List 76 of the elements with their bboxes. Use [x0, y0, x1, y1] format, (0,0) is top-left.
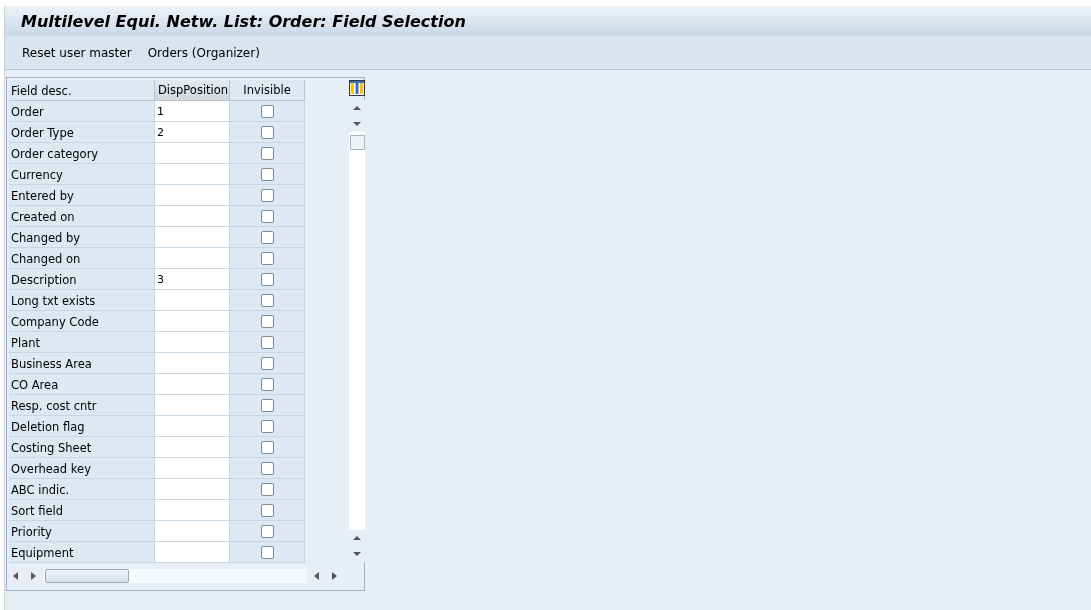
position-field[interactable]: [155, 143, 230, 164]
position-field[interactable]: [155, 248, 230, 269]
position-field[interactable]: [155, 353, 230, 374]
position-field[interactable]: 1: [155, 101, 230, 122]
table-cell: Resp. cost cntr: [9, 395, 155, 416]
position-field[interactable]: [155, 206, 230, 227]
checkbox[interactable]: [260, 356, 274, 370]
position-field[interactable]: [155, 395, 230, 416]
checkbox[interactable]: [260, 398, 274, 412]
table-cell: Costing Sheet: [9, 437, 155, 458]
checkbox[interactable]: [260, 335, 274, 349]
position-field[interactable]: [155, 542, 230, 563]
checkbox[interactable]: [260, 545, 274, 559]
checkbox[interactable]: [260, 188, 274, 202]
checkbox[interactable]: [260, 104, 274, 118]
table-cell: Currency: [9, 164, 155, 185]
position-field[interactable]: [155, 500, 230, 521]
checkbox[interactable]: [260, 419, 274, 433]
checkbox[interactable]: [260, 125, 274, 139]
position-field[interactable]: [155, 374, 230, 395]
position-field[interactable]: [155, 290, 230, 311]
table-cell: Equipment: [9, 542, 155, 563]
position-field[interactable]: [155, 185, 230, 206]
column-header[interactable]: DispPosition: [155, 80, 230, 101]
column-header[interactable]: Invisible: [230, 80, 305, 101]
position-field[interactable]: [155, 311, 230, 332]
table-cell: Changed on: [9, 248, 155, 269]
checkbox[interactable]: [260, 482, 274, 496]
checkbox[interactable]: [260, 251, 274, 265]
table-cell: Order: [9, 101, 155, 122]
position-field[interactable]: [155, 479, 230, 500]
toolbar-button[interactable]: Reset user master: [15, 42, 139, 63]
table-cell: Order category: [9, 143, 155, 164]
checkbox[interactable]: [260, 230, 274, 244]
checkbox[interactable]: [260, 524, 274, 538]
table-cell: Business Area: [9, 353, 155, 374]
position-field[interactable]: [155, 437, 230, 458]
table-cell: CO Area: [9, 374, 155, 395]
checkbox[interactable]: [260, 167, 274, 181]
position-field[interactable]: [155, 227, 230, 248]
table-cell: Description: [9, 269, 155, 290]
column-settings-icon[interactable]: [349, 80, 365, 96]
table-cell: Changed by: [9, 227, 155, 248]
table-cell: Order Type: [9, 122, 155, 143]
window-title: Multilevel Equi. Netw. List: Order: Field Selection: [21, 11, 466, 31]
scroll-thumb[interactable]: [45, 569, 129, 583]
table-cell: Sort field: [9, 500, 155, 521]
horizontal-scrollbar[interactable]: [43, 569, 307, 583]
position-field[interactable]: 2: [155, 122, 230, 143]
position-field[interactable]: [155, 458, 230, 479]
checkbox[interactable]: [260, 503, 274, 517]
toolbar-button[interactable]: Orders (Organizer): [140, 42, 267, 63]
checkbox[interactable]: [260, 293, 274, 307]
table-cell: Created on: [9, 206, 155, 227]
checkbox[interactable]: [260, 272, 274, 286]
table-cell: Priority: [9, 521, 155, 542]
table-cell: Company Code: [9, 311, 155, 332]
checkbox[interactable]: [260, 314, 274, 328]
checkbox[interactable]: [260, 461, 274, 475]
table-cell: Entered by: [9, 185, 155, 206]
position-field[interactable]: 3: [155, 269, 230, 290]
column-header[interactable]: Field desc.: [9, 80, 155, 101]
table-cell: Deletion flag: [9, 416, 155, 437]
checkbox[interactable]: [260, 209, 274, 223]
position-field[interactable]: [155, 521, 230, 542]
table-cell: Long txt exists: [9, 290, 155, 311]
table-cell: ABC indic.: [9, 479, 155, 500]
checkbox[interactable]: [260, 440, 274, 454]
table-cell: Overhead key: [9, 458, 155, 479]
scroll-thumb[interactable]: [350, 135, 365, 150]
position-field[interactable]: [155, 164, 230, 185]
position-field[interactable]: [155, 332, 230, 353]
position-field[interactable]: [155, 416, 230, 437]
table-cell: Plant: [9, 332, 155, 353]
checkbox[interactable]: [260, 146, 274, 160]
checkbox[interactable]: [260, 377, 274, 391]
